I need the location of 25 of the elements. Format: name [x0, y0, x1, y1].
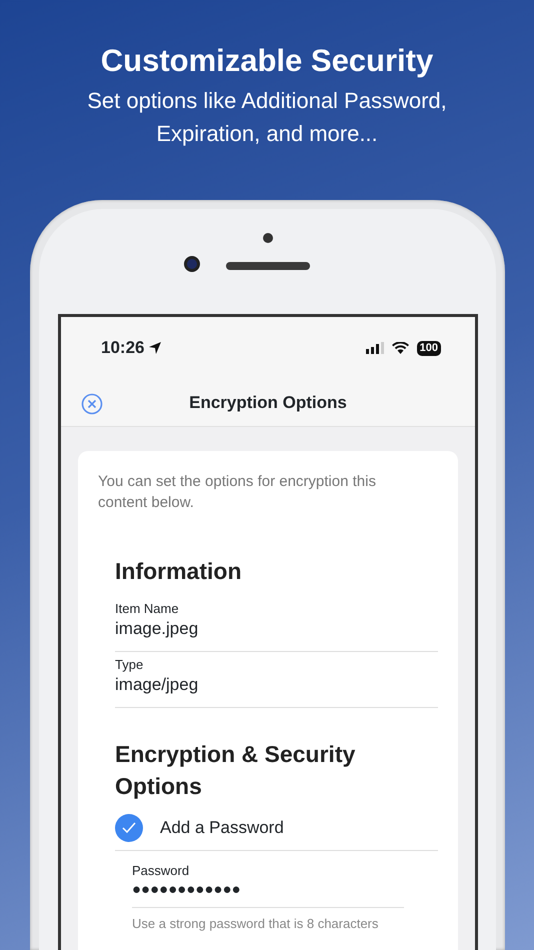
sensor-icon	[263, 233, 273, 243]
section-heading: Encryption & Security Options	[115, 740, 356, 801]
location-icon	[148, 341, 162, 355]
field-label: Type	[115, 657, 144, 673]
field-label: Item Name	[115, 601, 180, 617]
battery-level: 100	[416, 340, 441, 356]
subheadline: Set options like Additional Password, Expiration, and more...	[86, 87, 448, 148]
intro-text: You can set the options for encryption this content below.	[98, 472, 377, 513]
signal-icon	[366, 342, 384, 354]
field-label: Password	[132, 863, 190, 879]
field-value: image/jpeg	[115, 673, 438, 708]
camera-icon	[184, 256, 200, 272]
checkbox[interactable]	[115, 814, 143, 842]
option-label: Add a Password	[160, 817, 284, 840]
field-value: image.jpeg	[115, 617, 438, 652]
section-heading: Information	[115, 557, 242, 586]
password-field[interactable]: ●●●●●●●●●●●●	[132, 879, 404, 908]
headline: Customizable Security	[100, 42, 434, 80]
hint-text: Use a strong password that is 8 characters	[132, 915, 380, 933]
checkmark-icon	[122, 822, 136, 834]
wifi-icon	[392, 342, 409, 354]
screen-title: Encryption Options	[189, 392, 347, 414]
speaker-icon	[226, 262, 310, 270]
status-time: 10:26	[101, 337, 144, 360]
close-button[interactable]	[81, 392, 103, 414]
